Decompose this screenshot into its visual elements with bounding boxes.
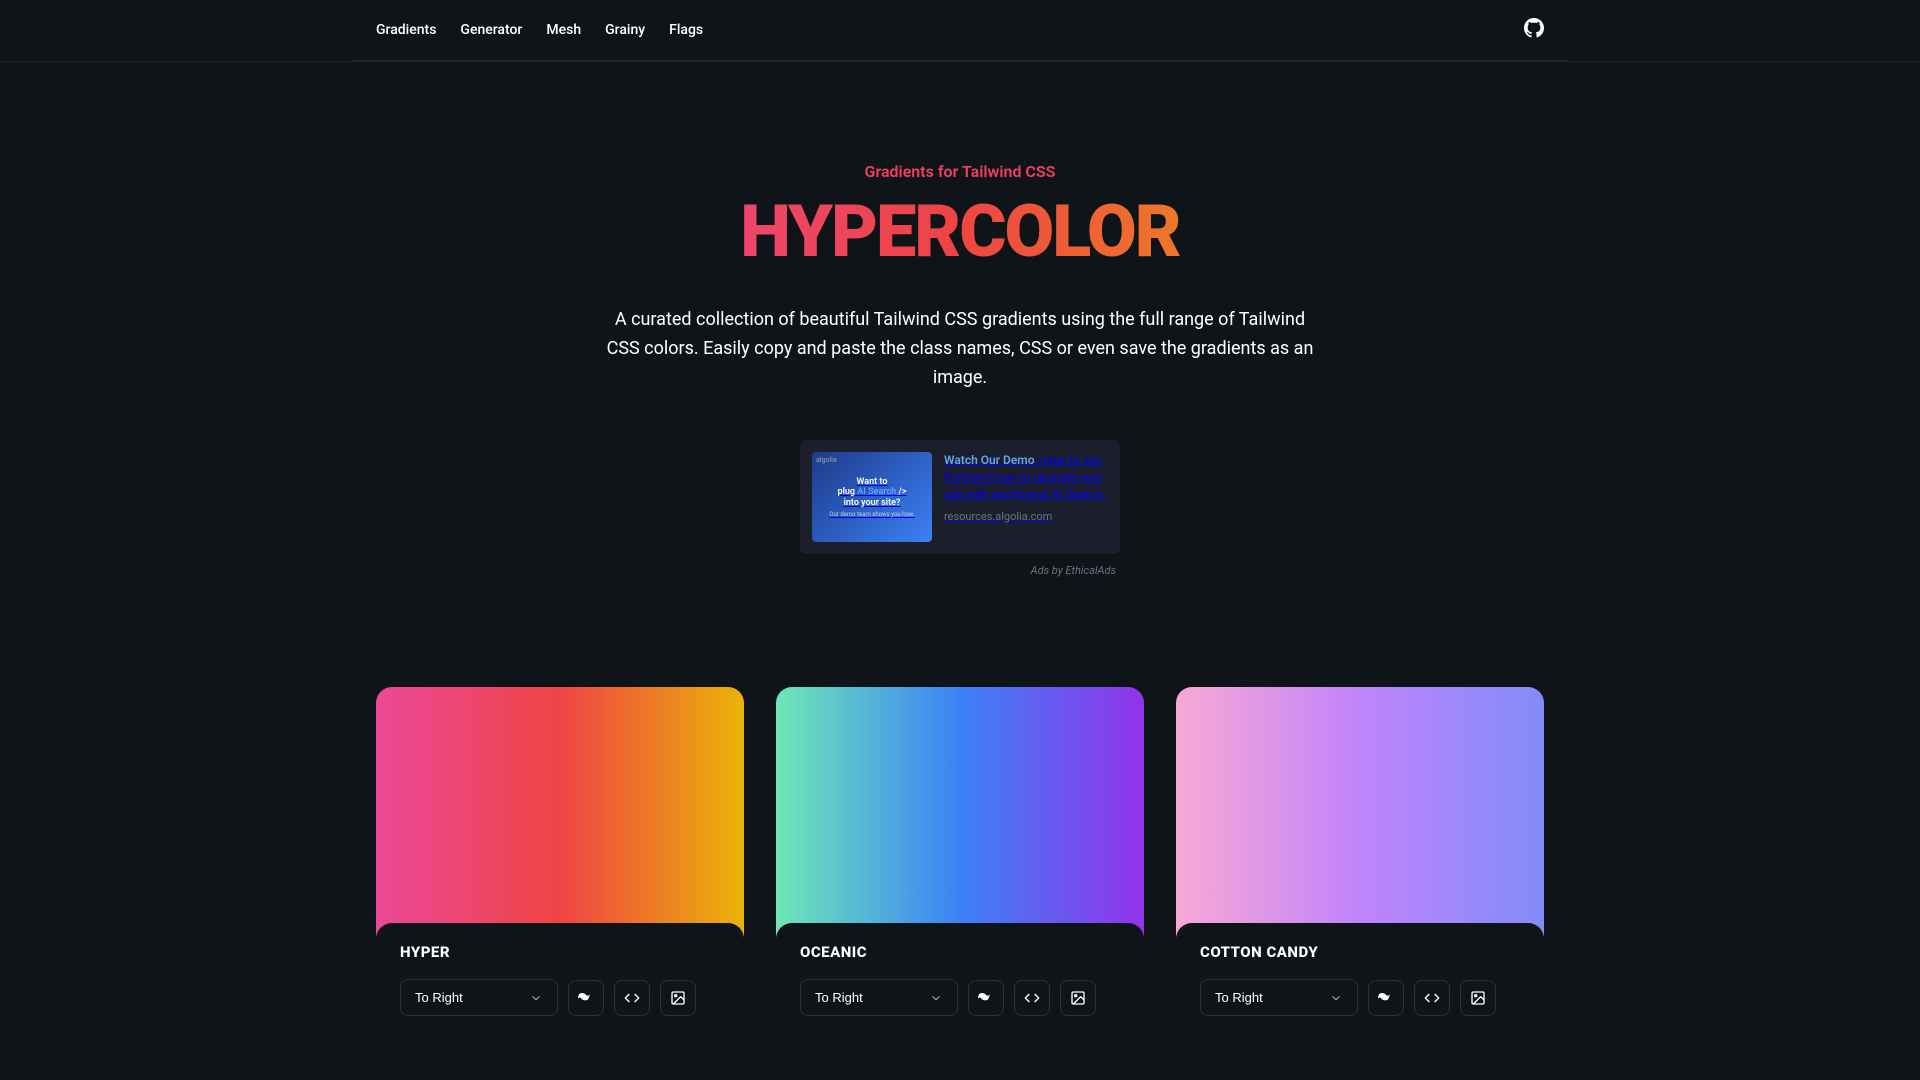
copy-tailwind-button[interactable] — [968, 980, 1004, 1016]
copy-css-button[interactable] — [1014, 980, 1050, 1016]
github-icon — [1524, 18, 1544, 38]
code-icon — [1424, 990, 1440, 1006]
gradient-card-cotton-candy: COTTON CANDY To Right — [1176, 687, 1544, 1036]
direction-label: To Right — [1215, 990, 1263, 1005]
nav-link-mesh[interactable]: Mesh — [546, 22, 581, 38]
card-controls: To Right — [400, 979, 720, 1016]
gradient-swatch[interactable] — [376, 687, 744, 937]
gradient-swatch[interactable] — [1176, 687, 1544, 937]
direction-label: To Right — [815, 990, 863, 1005]
direction-label: To Right — [415, 990, 463, 1005]
code-icon — [1024, 990, 1040, 1006]
direction-button[interactable]: To Right — [800, 979, 958, 1016]
card-body: COTTON CANDY To Right — [1176, 923, 1544, 1036]
download-image-button[interactable] — [1460, 980, 1496, 1016]
hero-title: HYPERCOLOR — [484, 189, 1436, 274]
ad-image-text: Want to plug AI Search /> into your site… — [838, 477, 907, 509]
copy-tailwind-button[interactable] — [1368, 980, 1404, 1016]
direction-button[interactable]: To Right — [1200, 979, 1358, 1016]
card-body: HYPER To Right — [376, 923, 744, 1036]
nav-links: Gradients Generator Mesh Grainy Flags — [376, 22, 703, 38]
card-controls: To Right — [800, 979, 1120, 1016]
gradient-cards: HYPER To Right — [352, 687, 1568, 1036]
card-title: HYPER — [400, 943, 720, 961]
tailwind-icon — [978, 993, 994, 1003]
nav-link-generator[interactable]: Generator — [460, 22, 522, 38]
chevron-down-icon — [1329, 991, 1343, 1005]
ads-label[interactable]: Ads by EthicalAds — [800, 564, 1120, 577]
download-image-button[interactable] — [660, 980, 696, 1016]
top-nav: Gradients Generator Mesh Grainy Flags — [352, 0, 1568, 61]
card-title: OCEANIC — [800, 943, 1120, 961]
gradient-card-oceanic: OCEANIC To Right — [776, 687, 1144, 1036]
download-image-button[interactable] — [1060, 980, 1096, 1016]
ad-text: Watch Our Demo video to see firsthand ho… — [944, 452, 1108, 524]
ad-link: Watch Our Demo — [944, 453, 1035, 467]
copy-css-button[interactable] — [614, 980, 650, 1016]
hero: Gradients for Tailwind CSS HYPERCOLOR A … — [460, 62, 1460, 577]
image-icon — [670, 990, 686, 1006]
github-link[interactable] — [1524, 18, 1544, 42]
direction-button[interactable]: To Right — [400, 979, 558, 1016]
code-icon — [624, 990, 640, 1006]
chevron-down-icon — [529, 991, 543, 1005]
ad-image-sub: Our demo team shows you how. — [829, 511, 914, 518]
hero-subtitle: Gradients for Tailwind CSS — [484, 162, 1436, 181]
card-body: OCEANIC To Right — [776, 923, 1144, 1036]
ad-image-logo: algolia — [816, 456, 837, 464]
direction-select[interactable]: To Right — [1200, 979, 1358, 1016]
image-icon — [1470, 990, 1486, 1006]
tailwind-icon — [578, 993, 594, 1003]
gradient-card-hyper: HYPER To Right — [376, 687, 744, 1036]
ad-image: algolia Want to plug AI Search /> into y… — [812, 452, 932, 542]
direction-select[interactable]: To Right — [400, 979, 558, 1016]
chevron-down-icon — [929, 991, 943, 1005]
card-controls: To Right — [1200, 979, 1520, 1016]
card-title: COTTON CANDY — [1200, 943, 1520, 961]
direction-select[interactable]: To Right — [800, 979, 958, 1016]
hero-description: A curated collection of beautiful Tailwi… — [600, 306, 1320, 392]
gradient-swatch[interactable] — [776, 687, 1144, 937]
tailwind-icon — [1378, 993, 1394, 1003]
ad-box[interactable]: algolia Want to plug AI Search /> into y… — [800, 440, 1120, 554]
ad-source: resources.algolia.com — [944, 509, 1108, 524]
image-icon — [1070, 990, 1086, 1006]
nav-link-gradients[interactable]: Gradients — [376, 22, 436, 38]
copy-css-button[interactable] — [1414, 980, 1450, 1016]
copy-tailwind-button[interactable] — [568, 980, 604, 1016]
nav-link-grainy[interactable]: Grainy — [605, 22, 645, 38]
nav-link-flags[interactable]: Flags — [669, 22, 703, 38]
